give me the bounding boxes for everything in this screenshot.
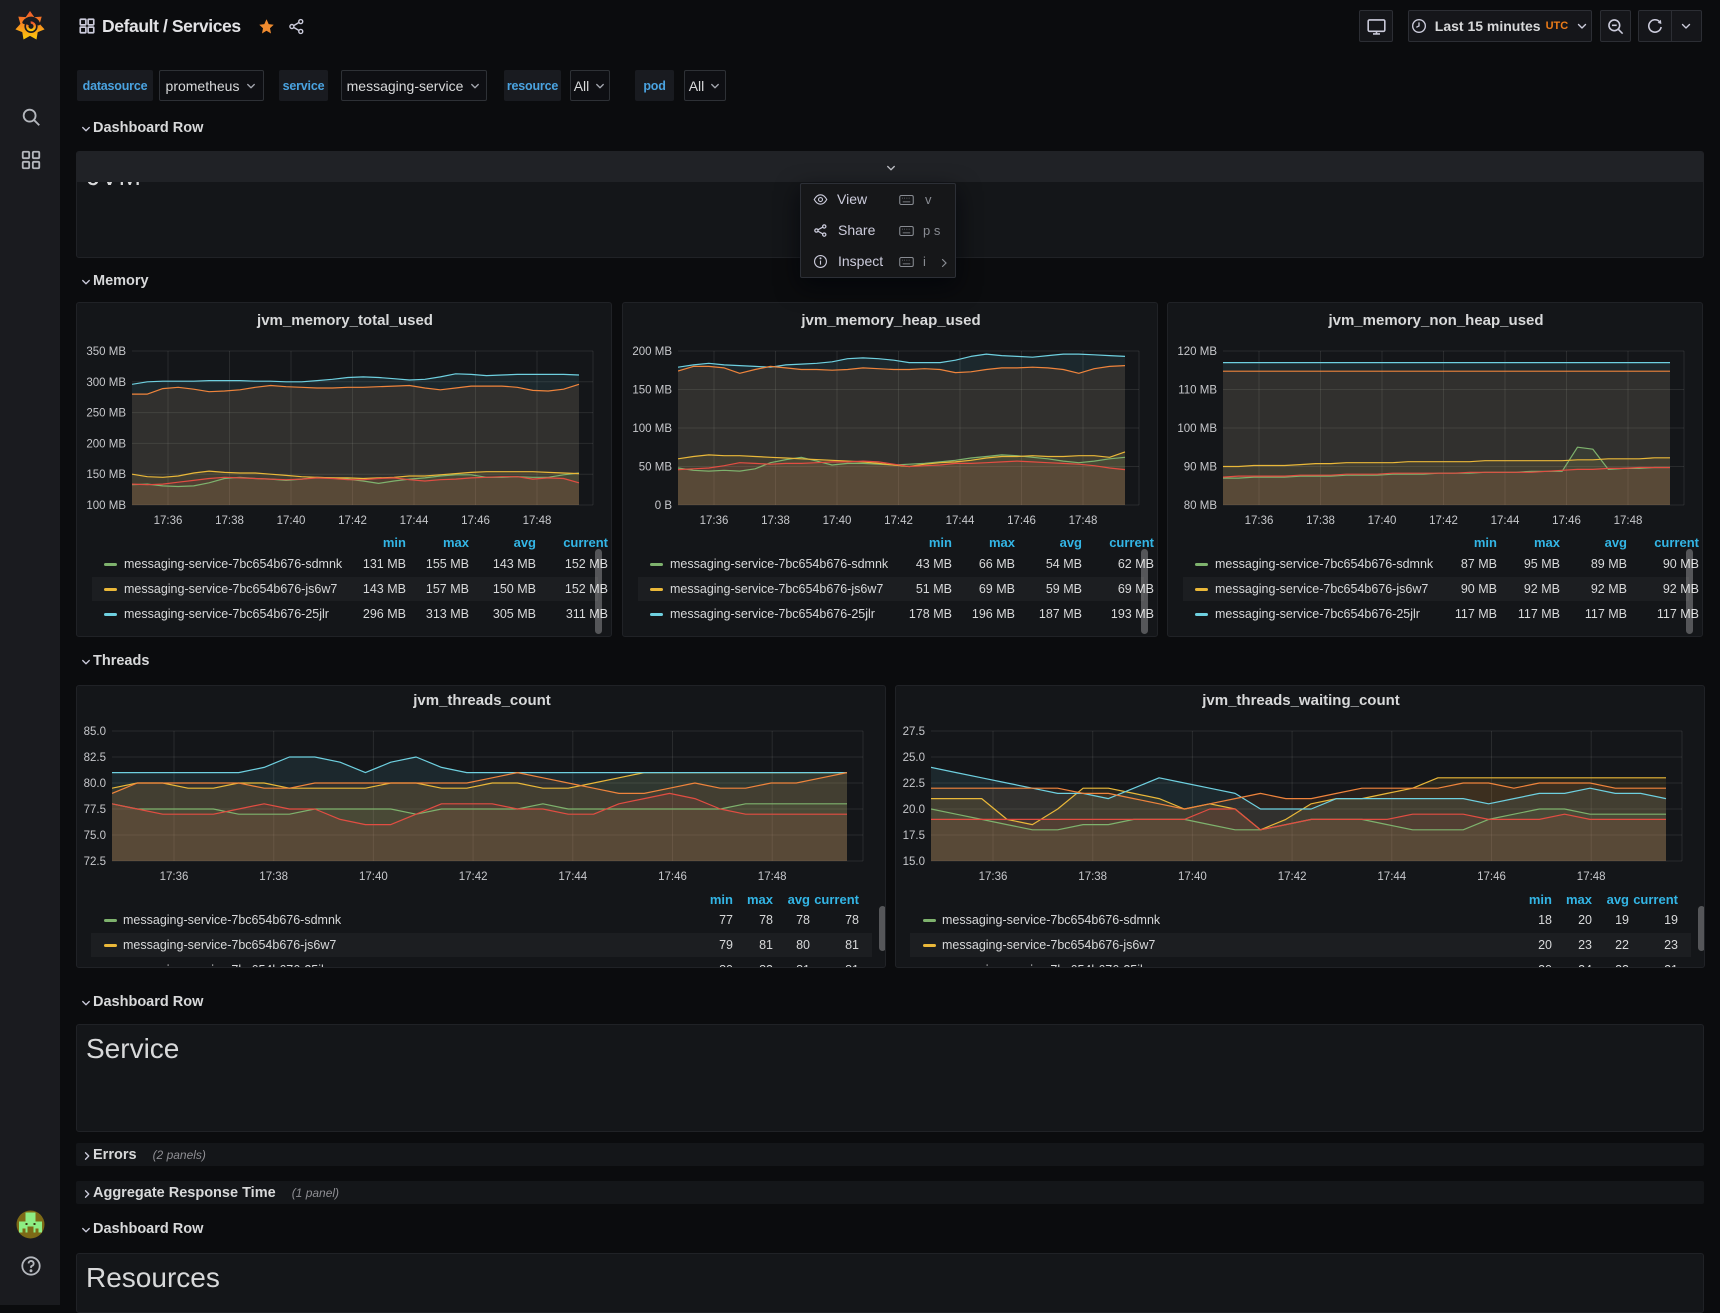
svg-text:17:48: 17:48 [1069,515,1098,527]
svg-text:17:36: 17:36 [1245,515,1274,527]
svg-text:17:44: 17:44 [1377,871,1406,883]
svg-text:350 MB: 350 MB [86,346,126,358]
svg-text:17:36: 17:36 [160,871,189,883]
svg-text:17:40: 17:40 [823,515,852,527]
svg-text:17:40: 17:40 [359,871,388,883]
svg-text:17:42: 17:42 [1278,871,1307,883]
svg-text:17:40: 17:40 [1368,515,1397,527]
svg-text:17:42: 17:42 [459,871,488,883]
svg-text:17:36: 17:36 [979,871,1008,883]
svg-text:17:44: 17:44 [946,515,975,527]
svg-text:100 MB: 100 MB [1177,423,1217,435]
svg-text:200 MB: 200 MB [632,346,672,358]
svg-text:17:44: 17:44 [1491,515,1520,527]
svg-text:17.5: 17.5 [903,830,925,842]
svg-text:120 MB: 120 MB [1177,346,1217,358]
svg-text:17:44: 17:44 [558,871,587,883]
svg-text:17:40: 17:40 [1178,871,1207,883]
svg-text:72.5: 72.5 [84,856,106,868]
svg-text:17:44: 17:44 [400,515,429,527]
svg-text:17:46: 17:46 [658,871,687,883]
svg-text:90 MB: 90 MB [1184,462,1218,474]
svg-text:17:40: 17:40 [277,515,306,527]
svg-text:17:38: 17:38 [1078,871,1107,883]
svg-text:17:42: 17:42 [338,515,367,527]
svg-text:27.5: 27.5 [903,726,925,738]
svg-text:17:46: 17:46 [1007,515,1036,527]
svg-text:150 MB: 150 MB [86,469,126,481]
svg-text:100 MB: 100 MB [86,500,126,512]
svg-text:80 MB: 80 MB [1184,500,1218,512]
svg-text:82.5: 82.5 [84,752,106,764]
svg-text:20.0: 20.0 [903,804,925,816]
svg-text:85.0: 85.0 [84,726,106,738]
svg-text:150 MB: 150 MB [632,385,672,397]
svg-text:100 MB: 100 MB [632,423,672,435]
svg-text:50 MB: 50 MB [639,462,673,474]
svg-text:17:48: 17:48 [758,871,787,883]
svg-text:15.0: 15.0 [903,856,925,868]
svg-text:75.0: 75.0 [84,830,106,842]
svg-text:17:48: 17:48 [1614,515,1643,527]
svg-text:17:36: 17:36 [154,515,183,527]
svg-text:22.5: 22.5 [903,778,925,790]
svg-text:17:38: 17:38 [761,515,790,527]
svg-text:200 MB: 200 MB [86,438,126,450]
svg-text:17:46: 17:46 [1477,871,1506,883]
svg-text:17:42: 17:42 [884,515,913,527]
svg-text:17:38: 17:38 [259,871,288,883]
svg-text:17:46: 17:46 [1552,515,1581,527]
svg-text:17:46: 17:46 [461,515,490,527]
svg-text:17:48: 17:48 [1577,871,1606,883]
svg-text:80.0: 80.0 [84,778,106,790]
svg-text:17:38: 17:38 [1306,515,1335,527]
svg-text:300 MB: 300 MB [86,377,126,389]
svg-text:250 MB: 250 MB [86,408,126,420]
svg-text:0 B: 0 B [655,500,673,512]
svg-text:17:42: 17:42 [1429,515,1458,527]
svg-text:17:36: 17:36 [700,515,729,527]
svg-text:77.5: 77.5 [84,804,106,816]
svg-text:17:48: 17:48 [523,515,552,527]
svg-text:110 MB: 110 MB [1178,385,1217,397]
svg-text:17:38: 17:38 [215,515,244,527]
svg-text:25.0: 25.0 [903,752,925,764]
